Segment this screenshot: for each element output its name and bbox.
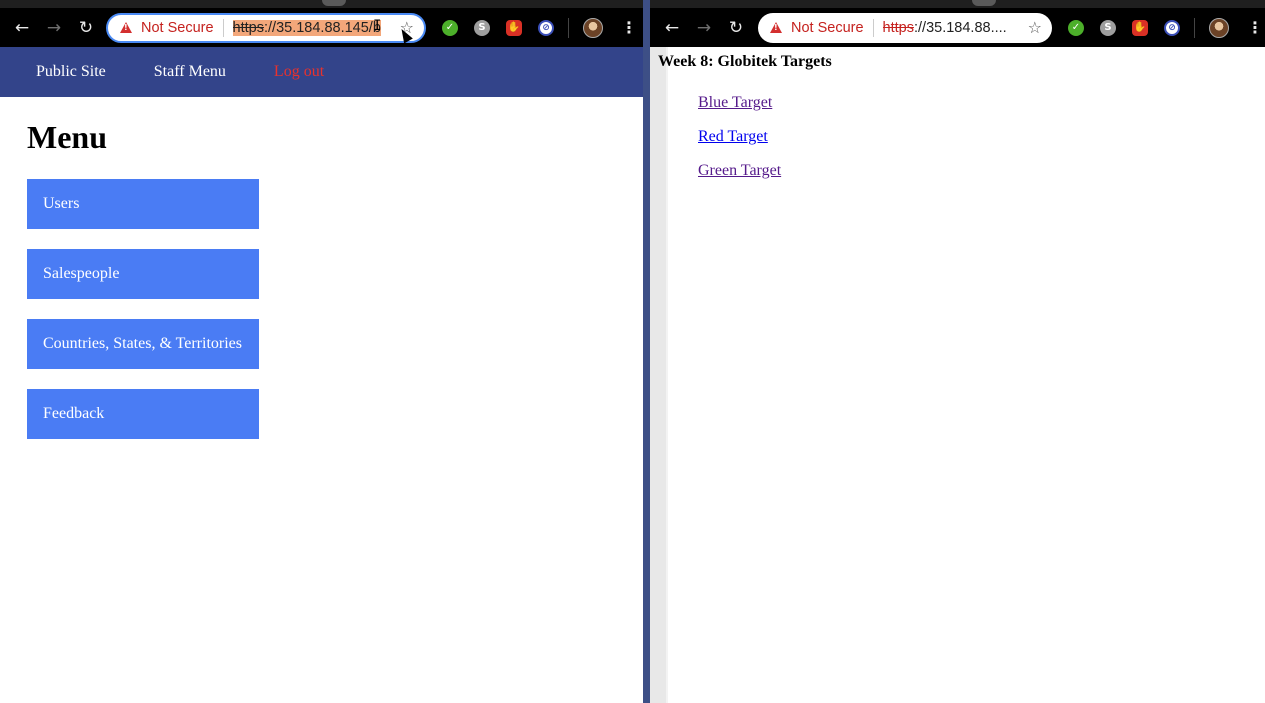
url-scheme: https bbox=[232, 19, 264, 36]
forward-icon[interactable]: → bbox=[38, 13, 70, 43]
bookmark-star-icon[interactable]: ☆ bbox=[1028, 18, 1042, 37]
salespeople-button[interactable]: Salespeople bbox=[27, 249, 259, 299]
url-rest: ://35.184.88.145/b bbox=[263, 19, 381, 36]
gutter-edge bbox=[666, 47, 668, 703]
url-scheme: https bbox=[882, 19, 914, 36]
url-text[interactable]: https://35.184.88.145/b bbox=[232, 19, 381, 36]
tab-handle[interactable] bbox=[322, 0, 346, 6]
toolbar-separator bbox=[1194, 17, 1195, 38]
site-nav-bar: Public Site Staff Menu Log out bbox=[0, 47, 643, 97]
page-heading: Menu bbox=[27, 119, 107, 155]
browser-menu-icon[interactable]: ⋮ bbox=[621, 18, 637, 37]
profile-avatar[interactable] bbox=[583, 17, 603, 38]
address-bar[interactable]: Not Secure https://35.184.88.... ☆ bbox=[758, 12, 1052, 43]
reload-icon[interactable]: ↻ bbox=[70, 13, 102, 43]
browser-toolbar: ← → ↻ Not Secure https://35.184.88.145/b… bbox=[0, 8, 643, 47]
security-label: Not Secure bbox=[791, 19, 864, 36]
skype-extension-icon[interactable]: S bbox=[474, 19, 490, 36]
omnibox-separator bbox=[872, 18, 874, 37]
countries-states-territories-button[interactable]: Countries, States, & Territories bbox=[27, 319, 259, 369]
check-extension-icon[interactable]: ✓ bbox=[442, 19, 458, 36]
main-content: Menu Users Salespeople Countries, States… bbox=[0, 97, 643, 481]
list-item: Blue Target bbox=[698, 93, 781, 112]
adblock-extension-icon[interactable]: ✋ bbox=[506, 19, 522, 36]
browser-toolbar: ← → ↻ Not Secure https://35.184.88.... ☆… bbox=[650, 8, 1265, 47]
green-target-link[interactable]: Green Target bbox=[698, 162, 781, 179]
window-divider[interactable] bbox=[643, 0, 650, 703]
logout-link[interactable]: Log out bbox=[274, 63, 324, 81]
tab-strip bbox=[0, 0, 643, 8]
staff-menu-link[interactable]: Staff Menu bbox=[154, 63, 226, 81]
back-icon[interactable]: ← bbox=[6, 13, 38, 43]
blocker-extension-icon[interactable]: ⊘ bbox=[538, 19, 554, 36]
warning-icon bbox=[770, 22, 782, 33]
url-text[interactable]: https://35.184.88.... bbox=[883, 20, 1007, 36]
target-link-list: Blue Target Red Target Green Target bbox=[698, 93, 781, 195]
tab-handle[interactable] bbox=[972, 0, 996, 6]
list-item: Green Target bbox=[698, 161, 781, 180]
browser-menu-icon[interactable]: ⋮ bbox=[1247, 18, 1263, 37]
blocker-extension-icon[interactable]: ⊘ bbox=[1164, 19, 1180, 36]
toolbar-separator bbox=[568, 17, 569, 38]
red-target-link[interactable]: Red Target bbox=[698, 128, 768, 145]
targets-page: Week 8: Globitek Targets Blue Target Red… bbox=[650, 47, 1265, 703]
text-cursor-icon: I bbox=[373, 18, 382, 34]
public-site-link[interactable]: Public Site bbox=[36, 63, 106, 81]
omnibox-separator bbox=[222, 18, 224, 37]
back-icon[interactable]: ← bbox=[656, 13, 688, 43]
page-gutter bbox=[650, 47, 666, 703]
profile-avatar[interactable] bbox=[1209, 17, 1229, 38]
list-item: Red Target bbox=[698, 127, 781, 146]
right-browser-window: ← → ↻ Not Secure https://35.184.88.... ☆… bbox=[650, 0, 1265, 703]
security-label: Not Secure bbox=[141, 19, 214, 36]
skype-extension-icon[interactable]: S bbox=[1100, 19, 1116, 36]
adblock-extension-icon[interactable]: ✋ bbox=[1132, 19, 1148, 36]
url-rest: ://35.184.88.... bbox=[913, 19, 1007, 36]
users-button[interactable]: Users bbox=[27, 179, 259, 229]
tab-strip bbox=[650, 0, 1265, 8]
warning-icon bbox=[120, 22, 132, 33]
check-extension-icon[interactable]: ✓ bbox=[1068, 19, 1084, 36]
forward-icon[interactable]: → bbox=[688, 13, 720, 43]
blue-target-link[interactable]: Blue Target bbox=[698, 94, 772, 111]
feedback-button[interactable]: Feedback bbox=[27, 389, 259, 439]
left-browser-window: ← → ↻ Not Secure https://35.184.88.145/b… bbox=[0, 0, 643, 703]
page-title: Week 8: Globitek Targets bbox=[658, 53, 832, 70]
reload-icon[interactable]: ↻ bbox=[720, 13, 752, 43]
